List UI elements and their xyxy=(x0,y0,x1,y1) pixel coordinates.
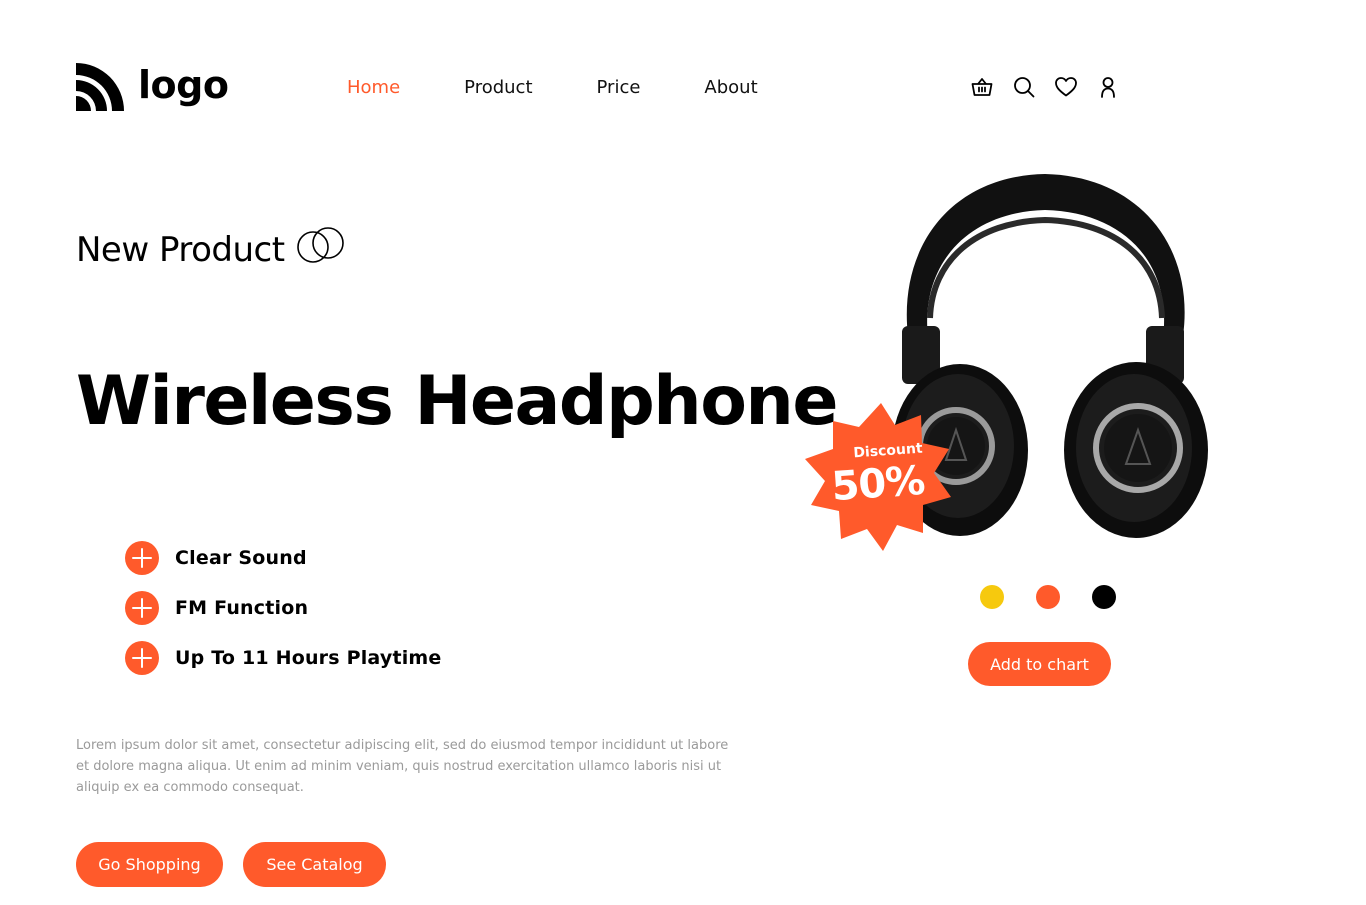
main-nav: Home Product Price About xyxy=(347,76,758,100)
color-swatch-black[interactable] xyxy=(1092,585,1116,609)
feature-label: Up To 11 Hours Playtime xyxy=(175,647,442,669)
feature-list: Clear Sound FM Function Up To 11 Hours P… xyxy=(125,541,442,691)
badge-value: 50% xyxy=(830,457,926,511)
nav-home[interactable]: Home xyxy=(347,76,400,100)
discount-badge: Discount 50% xyxy=(803,401,953,553)
feature-label: Clear Sound xyxy=(175,547,307,569)
add-to-cart-button[interactable]: Add to chart xyxy=(968,642,1111,686)
eyebrow-text: New Product xyxy=(76,230,285,270)
nav-product[interactable]: Product xyxy=(464,76,532,100)
user-icon[interactable] xyxy=(1096,75,1120,99)
nav-about[interactable]: About xyxy=(704,76,757,100)
feature-label: FM Function xyxy=(175,597,309,619)
heart-icon[interactable] xyxy=(1054,75,1078,99)
see-catalog-button[interactable]: See Catalog xyxy=(243,842,386,887)
color-swatch-yellow[interactable] xyxy=(980,585,1004,609)
color-options xyxy=(980,585,1116,609)
feature-item: FM Function xyxy=(125,591,442,625)
feature-item: Clear Sound xyxy=(125,541,442,575)
plus-icon xyxy=(125,641,159,675)
interlocking-rings-icon xyxy=(295,227,347,265)
hero-title: Wireless Headphone xyxy=(76,362,838,441)
logo-text: logo xyxy=(138,63,229,107)
nav-price[interactable]: Price xyxy=(597,76,641,100)
plus-icon xyxy=(125,591,159,625)
search-icon[interactable] xyxy=(1012,75,1036,99)
logo[interactable]: logo xyxy=(76,63,229,111)
basket-icon[interactable] xyxy=(970,75,994,99)
logo-mark-icon xyxy=(76,63,124,111)
color-swatch-orange[interactable] xyxy=(1036,585,1060,609)
plus-icon xyxy=(125,541,159,575)
new-product-heading: New Product xyxy=(76,226,347,274)
header-actions xyxy=(970,75,1120,99)
go-shopping-button[interactable]: Go Shopping xyxy=(76,842,223,887)
hero-description: Lorem ipsum dolor sit amet, consectetur … xyxy=(76,738,729,795)
feature-item: Up To 11 Hours Playtime xyxy=(125,641,442,675)
